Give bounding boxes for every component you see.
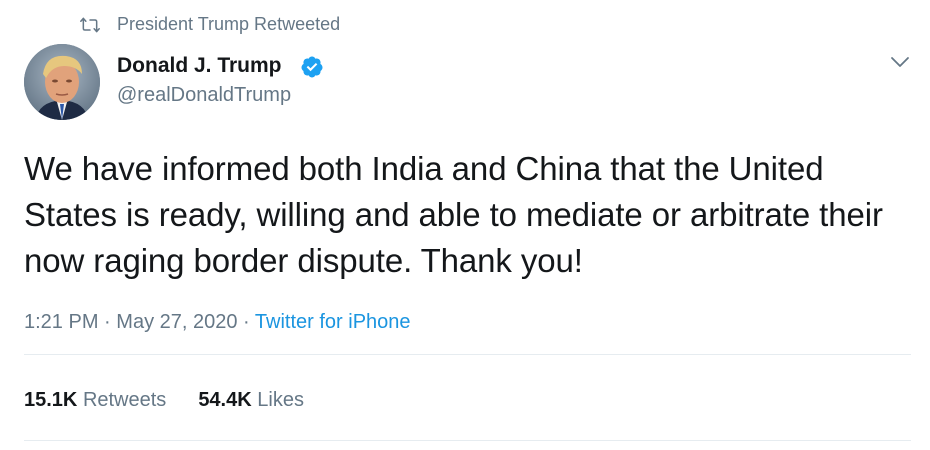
tweet-source-link[interactable]: Twitter for iPhone xyxy=(255,311,411,333)
tweet-date[interactable]: May 27, 2020 xyxy=(116,311,237,333)
divider xyxy=(24,354,911,355)
tweet-card: President Trump Retweeted Donald J. Trum… xyxy=(0,0,930,450)
meta-separator: · xyxy=(243,311,250,333)
chevron-down-icon xyxy=(891,57,909,67)
verified-badge-icon xyxy=(301,56,323,78)
tweet-meta: 1:21 PM · May 27, 2020 · Twitter for iPh… xyxy=(24,311,411,334)
divider xyxy=(24,440,911,441)
avatar[interactable] xyxy=(24,44,100,120)
retweets-label: Retweets xyxy=(82,389,167,411)
tweet-stats: 15.1K Retweets 54.4K Likes xyxy=(24,389,304,412)
retweet-icon xyxy=(80,17,100,33)
tweet-time[interactable]: 1:21 PM xyxy=(24,311,98,333)
tweet-text: We have informed both India and China th… xyxy=(24,150,883,279)
display-name[interactable]: Donald J. Trump xyxy=(117,54,282,78)
retweets-stat[interactable]: 15.1K Retweets xyxy=(24,389,166,412)
likes-label: Likes xyxy=(257,389,304,411)
meta-separator: · xyxy=(104,311,111,333)
more-options-button[interactable] xyxy=(886,50,914,74)
retweets-count: 15.1K xyxy=(24,389,78,411)
retweet-context-label[interactable]: President Trump Retweeted xyxy=(117,14,340,35)
user-handle[interactable]: @realDonaldTrump xyxy=(117,84,291,107)
avatar-image xyxy=(24,44,100,120)
likes-stat[interactable]: 54.4K Likes xyxy=(198,389,304,412)
likes-count: 54.4K xyxy=(198,389,252,411)
